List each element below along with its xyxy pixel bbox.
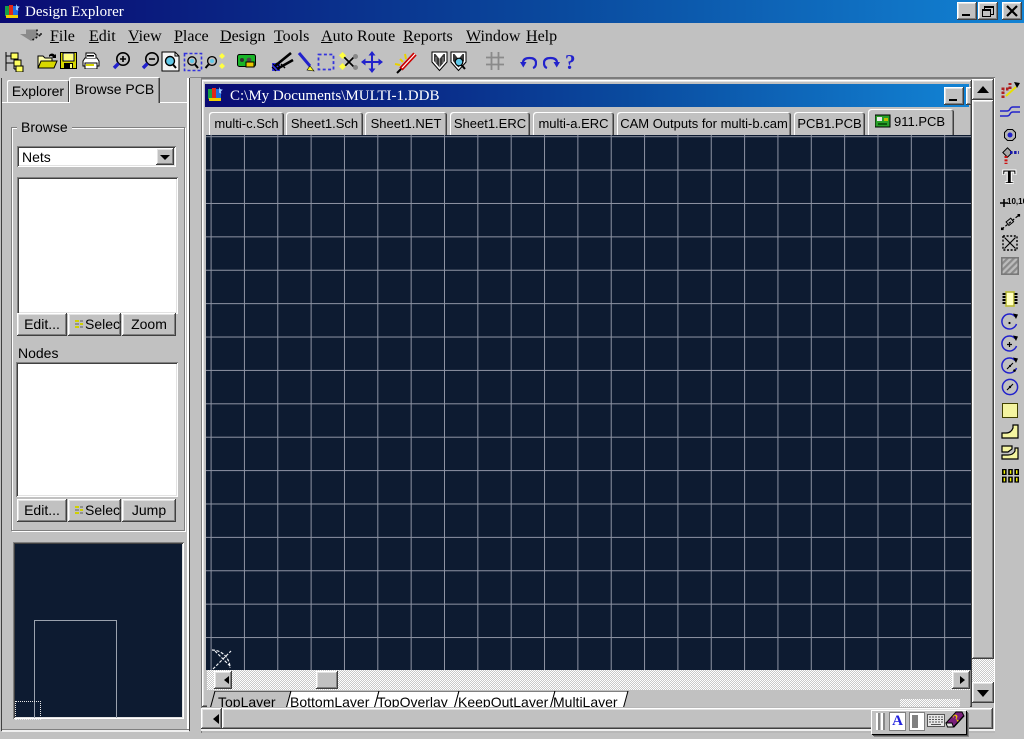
svg-text:KeepOutLayer: KeepOutLayer: [458, 694, 549, 707]
svg-text:10,10: 10,10: [1007, 197, 1024, 206]
svg-text:MultiLayer: MultiLayer: [553, 694, 618, 707]
svg-text:TopOverlay: TopOverlay: [377, 694, 448, 707]
svg-text:BottomLayer: BottomLayer: [290, 694, 370, 707]
svg-text:TopLayer: TopLayer: [218, 694, 276, 707]
